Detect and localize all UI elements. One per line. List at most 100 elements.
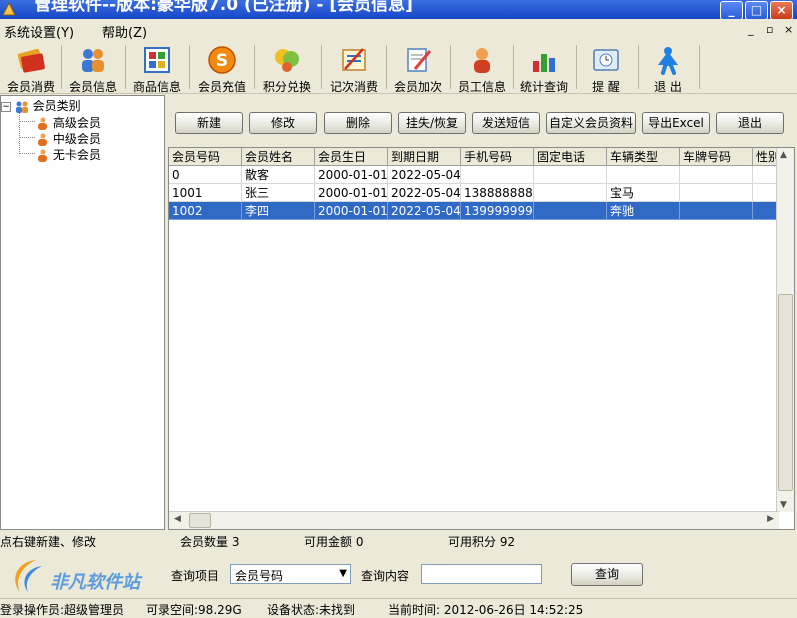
toolbar-exit[interactable]: 退 出	[637, 41, 699, 94]
tree-node-senior[interactable]: 高级会员	[35, 114, 101, 131]
site-logo: 非凡软件站	[6, 556, 166, 596]
scroll-thumb[interactable]	[189, 513, 211, 528]
toolbar-recharge[interactable]: S 会员充值	[191, 41, 253, 94]
status-bar: 登录操作员:超级管理员 可录空间:98.29G 设备状态:未找到 当前时间: 2…	[0, 598, 797, 618]
column-header[interactable]: 车辆类型	[607, 148, 680, 166]
tree-node-label: 中级会员	[52, 132, 101, 146]
group-icon	[15, 101, 28, 113]
column-header[interactable]: 到期日期	[388, 148, 461, 166]
scroll-thumb[interactable]	[778, 294, 793, 491]
query-content-input[interactable]	[421, 564, 542, 584]
scroll-left-icon[interactable]: ◀	[174, 514, 181, 524]
edit-button[interactable]: 修改	[249, 112, 317, 134]
menu-system-settings[interactable]: 系统设置(Y)	[4, 22, 74, 41]
available-amount: 可用金额 0	[304, 535, 364, 549]
toolbar-member-info[interactable]: 会员信息	[62, 41, 124, 94]
add-count-icon	[407, 48, 432, 72]
logo-text: 非凡软件站	[50, 572, 140, 593]
new-button[interactable]: 新建	[175, 112, 243, 134]
toolbar-label: 会员消费	[6, 80, 55, 94]
maximize-button[interactable]: □	[745, 1, 768, 19]
toolbar-statistics[interactable]: 统计查询	[513, 41, 575, 94]
column-header[interactable]: 车牌号码	[680, 148, 753, 166]
query-item-select[interactable]: 会员号码 ▼	[230, 564, 351, 584]
member-info-icon	[82, 49, 104, 72]
scroll-down-icon[interactable]: ▼	[780, 500, 787, 510]
column-header[interactable]: 手机号码	[461, 148, 534, 166]
tree-root-node[interactable]: − 会员类别	[1, 97, 81, 114]
cell	[680, 202, 753, 220]
dropdown-arrow-icon[interactable]: ▼	[339, 568, 347, 579]
toolbar-label: 提 醒	[592, 80, 620, 94]
app-icon	[2, 2, 16, 16]
report-loss-button[interactable]: 挂失/恢复	[398, 112, 466, 134]
toolbar-points-exchange[interactable]: 积分兑换	[256, 41, 318, 94]
statistics-icon	[533, 54, 555, 72]
query-content-label: 查询内容	[361, 569, 410, 583]
cell: 0	[169, 166, 242, 184]
column-header[interactable]: 会员姓名	[242, 148, 315, 166]
cell: 2022-05-04	[388, 166, 461, 184]
toolbar-add-count[interactable]: 会员加次	[387, 41, 449, 94]
menu-help[interactable]: 帮助(Z)	[102, 22, 147, 41]
cell: 2022-05-04	[388, 184, 461, 202]
collapse-icon[interactable]: −	[1, 101, 11, 112]
toolbar-product-info[interactable]: 商品信息	[126, 41, 188, 94]
column-header[interactable]: 会员号码	[169, 148, 242, 166]
toolbar-count-consume[interactable]: 记次消费	[323, 41, 385, 94]
cell: 宝马	[607, 184, 680, 202]
column-header[interactable]: 会员生日	[315, 148, 388, 166]
window-title: 管理软件--版本:豪华版7.0 (已注册) - [会员信息]	[34, 0, 413, 15]
mdi-restore-button[interactable]: ▫	[766, 23, 773, 36]
toolbar-label: 商品信息	[132, 80, 181, 94]
column-header[interactable]: 固定电话	[534, 148, 607, 166]
employee-icon	[474, 48, 490, 73]
query-panel: 非凡软件站 查询项目 会员号码 ▼ 查询内容 查询	[0, 552, 797, 597]
query-item-label: 查询项目	[171, 569, 220, 583]
tree-node-middle[interactable]: 中级会员	[35, 130, 101, 147]
tree-node-label: 高级会员	[52, 116, 101, 130]
send-sms-button[interactable]: 发送短信	[472, 112, 540, 134]
toolbar-label: 积分兑换	[262, 80, 311, 94]
toolbar-separator	[321, 45, 322, 89]
member-info-panel: 新建 修改 删除 挂失/恢复 发送短信 自定义会员资料 导出Excel 退出 会…	[168, 95, 797, 530]
menu-bar: 系统设置(Y) 帮助(Z) _ ▫ ×	[0, 19, 797, 41]
cell: 138888888	[461, 184, 534, 202]
cell: 2000-01-01	[315, 166, 388, 184]
toolbar-reminder[interactable]: 提 醒	[575, 41, 637, 94]
toolbar-separator	[189, 45, 190, 89]
tree-node-no-card[interactable]: 无卡会员	[35, 146, 101, 163]
mdi-close-button[interactable]: ×	[784, 23, 793, 36]
toolbar-member-consume[interactable]: 会员消费	[0, 41, 62, 94]
query-button[interactable]: 查询	[571, 563, 643, 586]
time-status: 当前时间: 2012-06-26日 14:52:25	[388, 603, 584, 617]
cell	[461, 166, 534, 184]
horizontal-scrollbar[interactable]: ◀ ▶	[169, 511, 779, 529]
toolbar-separator	[699, 45, 700, 89]
minimize-button[interactable]: _	[720, 1, 743, 19]
close-button[interactable]: ×	[770, 1, 793, 19]
cell	[680, 166, 753, 184]
available-points: 可用积分 92	[448, 535, 516, 549]
scroll-right-icon[interactable]: ▶	[767, 514, 774, 524]
mdi-minimize-button[interactable]: _	[748, 23, 754, 36]
exit-icon	[658, 47, 678, 75]
export-excel-button[interactable]: 导出Excel	[642, 112, 710, 134]
cell	[680, 184, 753, 202]
custom-fields-button[interactable]: 自定义会员资料	[546, 112, 636, 134]
operator-status: 登录操作员:超级管理员	[0, 603, 125, 617]
cell: 2000-01-01	[315, 184, 388, 202]
exit-panel-button[interactable]: 退出	[716, 112, 784, 134]
cell: 李四	[242, 202, 315, 220]
cell: 1001	[169, 184, 242, 202]
toolbar-label: 会员信息	[68, 80, 117, 94]
tree-node-label: 无卡会员	[52, 148, 101, 162]
vertical-scrollbar[interactable]: ▲ ▼	[776, 148, 794, 512]
delete-button[interactable]: 删除	[324, 112, 392, 134]
tree-root-label: 会员类别	[32, 99, 81, 113]
scroll-up-icon[interactable]: ▲	[780, 150, 787, 160]
cell	[534, 202, 607, 220]
cell: 散客	[242, 166, 315, 184]
toolbar-employee[interactable]: 员工信息	[451, 41, 513, 94]
points-exchange-icon	[275, 49, 299, 72]
